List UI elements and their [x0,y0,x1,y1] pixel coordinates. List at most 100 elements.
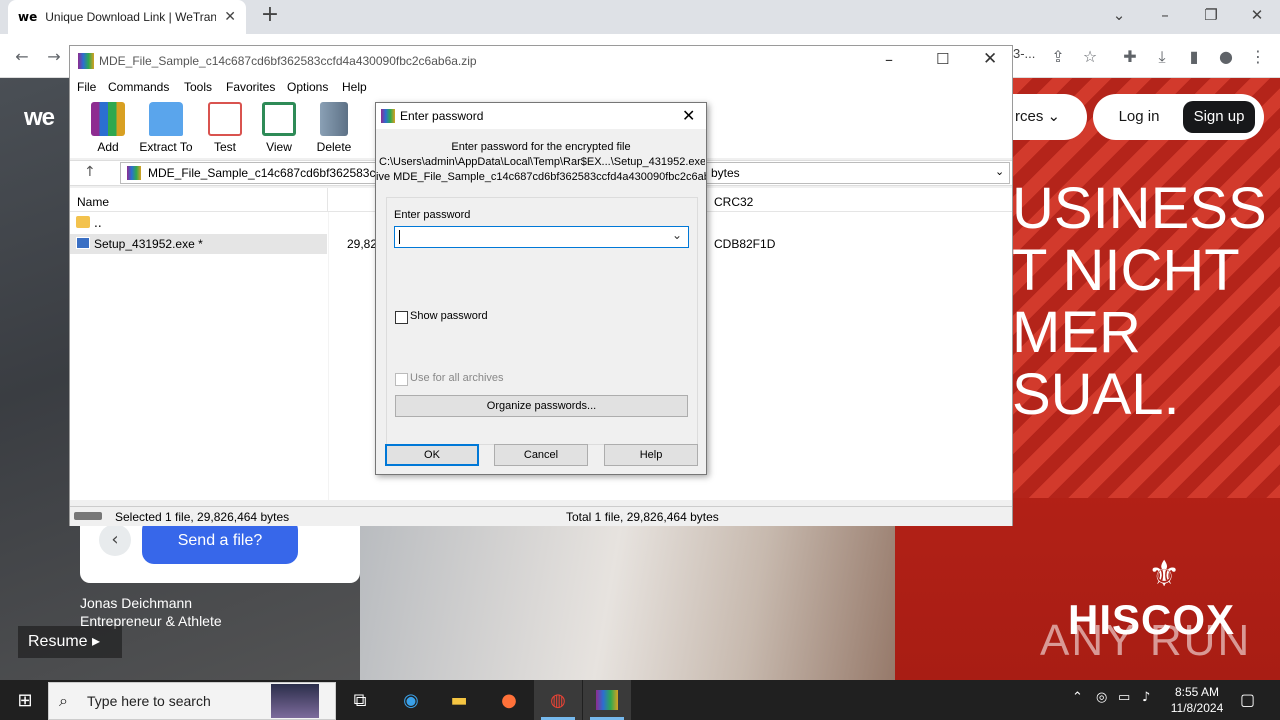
help-button[interactable]: Help [604,444,698,466]
tool-add-label: Add [97,140,119,154]
password-input[interactable]: ⌄ [394,226,689,248]
forward-arrow-icon[interactable]: → [42,45,66,69]
delete-icon [320,102,348,136]
dialog-titlebar: Enter password ✕ [376,103,706,129]
hero-line-1: USINESS [1012,176,1267,241]
tool-delete-label: Delete [316,140,352,154]
tool-view-label: View [266,140,292,154]
browser-tab[interactable]: we Unique Download Link | WeTran ✕ [8,0,246,34]
resume-button[interactable]: Resume ▸ [18,626,122,658]
tool-delete-button[interactable]: Delete [304,102,364,154]
meet-now-icon[interactable]: ◎ [1096,690,1107,705]
organize-passwords-button[interactable]: Organize passwords... [395,395,688,417]
show-password-label[interactable]: Show password [410,310,488,322]
hero-line-3: MER [1012,300,1141,365]
column-name-header[interactable]: Name [77,195,109,209]
password-dropdown-icon[interactable]: ⌄ [672,228,682,242]
side-panel-icon[interactable]: ▮ [1182,45,1206,69]
new-tab-button[interactable]: + [258,4,282,28]
firefox-icon[interactable]: ● [494,686,524,716]
tab-search-icon[interactable]: ⌄ [1096,0,1142,30]
close-browser-button[interactable]: ✕ [1234,0,1280,30]
chrome-menu-icon[interactable]: ⋮ [1246,45,1270,69]
up-arrow-icon[interactable]: ↑ [84,164,96,180]
bookmark-star-icon[interactable]: ☆ [1078,45,1102,69]
add-icon [91,102,125,136]
download-icon[interactable]: ⤓ [1150,45,1174,69]
winrar-app-icon [78,53,94,69]
archive-icon [127,166,141,180]
use-for-all-label: Use for all archives [410,372,504,384]
ad-person-caption: Jonas Deichmann Entrepreneur & Athlete [80,594,222,630]
windows-start-icon[interactable]: ⊞ [10,686,40,716]
profile-avatar-icon[interactable]: ● [1214,45,1238,69]
anyrun-watermark: ANY RUN [1040,616,1252,665]
taskbar-search[interactable]: ⌕ Type here to search [48,682,336,720]
clock-date: 11/8/2024 [1170,701,1224,715]
winrar-taskbar-icon[interactable] [596,690,618,710]
view-icon [262,102,296,136]
tool-view-button[interactable]: View [249,102,309,154]
chevron-left-icon[interactable]: ‹ [99,524,131,556]
menu-help[interactable]: Help [342,80,367,94]
file-crc-cell: CDB82F1D [714,237,776,251]
winrar-titlebar: MDE_File_Sample_c14c687cd6bf362583ccfd4a… [70,46,1012,76]
status-selected: Selected 1 file, 29,826,464 bytes [115,510,290,524]
edge-icon[interactable]: ◉ [396,686,426,716]
url-fragment[interactable]: 3-... [1013,46,1035,61]
winrar-close-button[interactable]: ✕ [983,49,997,69]
person-name: Jonas Deichmann [80,595,193,611]
show-password-checkbox[interactable] [395,311,408,324]
notification-icon[interactable]: ▢ [1240,690,1255,709]
dialog-close-icon[interactable]: ✕ [682,106,695,125]
taskbar-clock[interactable]: 8:55 AM 11/8/2024 [1166,684,1228,716]
resources-menu[interactable]: rces ⌄ [1013,94,1087,140]
ok-button[interactable]: OK [385,444,479,466]
hiscox-fleur-icon: ⚜ [1148,554,1181,595]
test-icon [208,102,242,136]
volume-icon[interactable]: ♪ [1142,690,1150,705]
text-caret [399,230,400,244]
cancel-button[interactable]: Cancel [494,444,588,466]
tool-test-label: Test [213,140,236,154]
path-text: MDE_File_Sample_c14c687cd6bf362583ccfd [148,166,392,180]
winrar-minimize-button[interactable]: – [885,50,893,69]
wetransfer-favicon-icon: we [18,10,38,24]
winrar-maximize-button[interactable]: ☐ [936,50,949,68]
signup-button[interactable]: Sign up [1183,101,1255,133]
file-name-cell[interactable]: Setup_431952.exe * [94,237,203,251]
tool-add-button[interactable]: Add [78,102,138,154]
chevron-up-icon[interactable]: ⌃ [1072,690,1083,705]
login-button[interactable]: Log in [1105,101,1173,133]
network-icon[interactable]: ▭ [1118,690,1130,705]
parent-folder-row[interactable]: .. [94,216,102,230]
extensions-puzzle-icon[interactable]: ✚ [1118,45,1142,69]
menu-tools[interactable]: Tools [184,80,212,94]
share-icon[interactable]: ⇪ [1046,45,1070,69]
winrar-app-icon [381,109,395,123]
menu-file[interactable]: File [77,80,96,94]
restore-browser-button[interactable]: ❐ [1188,0,1234,30]
back-arrow-icon[interactable]: ← [10,45,34,69]
clock-time: 8:55 AM [1174,685,1220,699]
column-divider [327,188,328,212]
drive-icon [74,512,102,520]
file-explorer-icon[interactable]: ▬ [444,686,474,716]
winrar-window-title: MDE_File_Sample_c14c687cd6bf362583ccfd4a… [99,54,477,68]
menu-commands[interactable]: Commands [108,80,169,94]
menu-favorites[interactable]: Favorites [226,80,275,94]
winrar-statusbar: Selected 1 file, 29,826,464 bytes Total … [70,506,1012,526]
minimize-browser-button[interactable]: – [1142,0,1188,30]
use-for-all-checkbox [395,373,408,386]
dialog-archive-name: ive MDE_File_Sample_c14c687cd6bf362583cc… [376,171,706,183]
tool-extract-button[interactable]: Extract To [136,102,196,154]
column-shade [328,212,329,500]
chrome-icon[interactable]: ◍ [543,686,573,716]
wetransfer-logo[interactable]: we [24,104,55,132]
tool-test-button[interactable]: Test [195,102,255,154]
path-dropdown-icon[interactable]: ⌄ [995,165,1004,178]
close-tab-icon[interactable]: ✕ [224,9,236,25]
task-view-icon[interactable]: ⧉ [345,686,375,716]
menu-options[interactable]: Options [287,80,328,94]
column-crc-header[interactable]: CRC32 [714,195,753,209]
